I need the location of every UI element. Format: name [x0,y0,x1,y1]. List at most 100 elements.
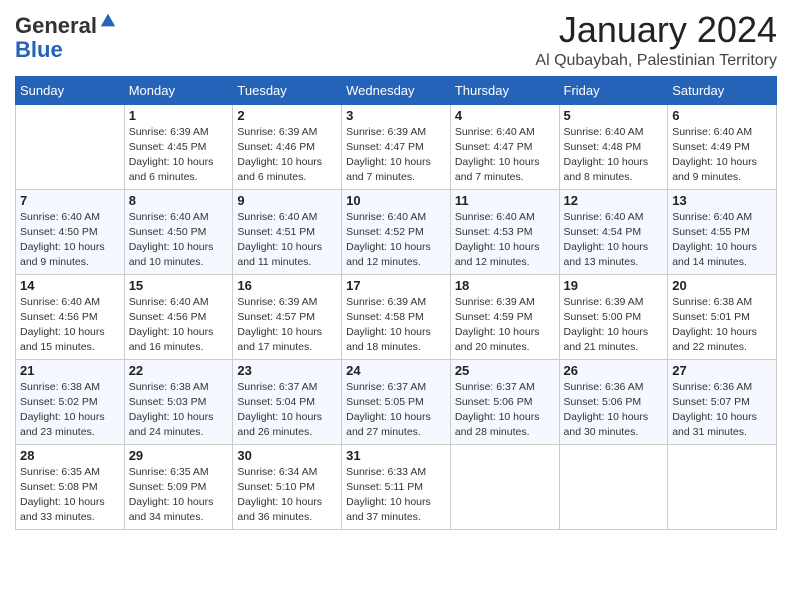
sunrise-text: Sunrise: 6:35 AM [129,465,229,480]
daylight-text: Daylight: 10 hours and 18 minutes. [346,325,446,355]
calendar-cell: 3Sunrise: 6:39 AMSunset: 4:47 PMDaylight… [342,104,451,189]
sunset-text: Sunset: 5:01 PM [672,310,772,325]
calendar-cell: 8Sunrise: 6:40 AMSunset: 4:50 PMDaylight… [124,189,233,274]
sunset-text: Sunset: 4:51 PM [237,225,337,240]
daylight-text: Daylight: 10 hours and 33 minutes. [20,495,120,525]
sunrise-text: Sunrise: 6:37 AM [455,380,555,395]
day-number: 5 [564,108,664,123]
day-info: Sunrise: 6:33 AMSunset: 5:11 PMDaylight:… [346,465,446,526]
calendar-cell: 1Sunrise: 6:39 AMSunset: 4:45 PMDaylight… [124,104,233,189]
day-number: 21 [20,363,120,378]
daylight-text: Daylight: 10 hours and 7 minutes. [455,155,555,185]
day-info: Sunrise: 6:35 AMSunset: 5:09 PMDaylight:… [129,465,229,526]
calendar-cell: 7Sunrise: 6:40 AMSunset: 4:50 PMDaylight… [16,189,125,274]
daylight-text: Daylight: 10 hours and 14 minutes. [672,240,772,270]
sunrise-text: Sunrise: 6:40 AM [129,295,229,310]
sunrise-text: Sunrise: 6:33 AM [346,465,446,480]
daylight-text: Daylight: 10 hours and 8 minutes. [564,155,664,185]
sunrise-text: Sunrise: 6:40 AM [237,210,337,225]
daylight-text: Daylight: 10 hours and 7 minutes. [346,155,446,185]
day-info: Sunrise: 6:39 AMSunset: 4:58 PMDaylight:… [346,295,446,356]
day-info: Sunrise: 6:36 AMSunset: 5:06 PMDaylight:… [564,380,664,441]
day-info: Sunrise: 6:40 AMSunset: 4:52 PMDaylight:… [346,210,446,271]
column-header-thursday: Thursday [450,76,559,104]
day-number: 16 [237,278,337,293]
column-header-sunday: Sunday [16,76,125,104]
day-info: Sunrise: 6:40 AMSunset: 4:56 PMDaylight:… [129,295,229,356]
day-number: 25 [455,363,555,378]
daylight-text: Daylight: 10 hours and 24 minutes. [129,410,229,440]
day-number: 31 [346,448,446,463]
calendar-cell: 27Sunrise: 6:36 AMSunset: 5:07 PMDayligh… [668,359,777,444]
daylight-text: Daylight: 10 hours and 9 minutes. [20,240,120,270]
day-info: Sunrise: 6:35 AMSunset: 5:08 PMDaylight:… [20,465,120,526]
calendar-cell [16,104,125,189]
column-header-friday: Friday [559,76,668,104]
calendar-cell [450,444,559,529]
sunset-text: Sunset: 4:53 PM [455,225,555,240]
day-number: 30 [237,448,337,463]
sunset-text: Sunset: 4:55 PM [672,225,772,240]
day-info: Sunrise: 6:38 AMSunset: 5:02 PMDaylight:… [20,380,120,441]
sunrise-text: Sunrise: 6:40 AM [564,210,664,225]
calendar-cell: 23Sunrise: 6:37 AMSunset: 5:04 PMDayligh… [233,359,342,444]
column-header-tuesday: Tuesday [233,76,342,104]
sunset-text: Sunset: 5:02 PM [20,395,120,410]
calendar-week-row: 28Sunrise: 6:35 AMSunset: 5:08 PMDayligh… [16,444,777,529]
day-info: Sunrise: 6:39 AMSunset: 4:47 PMDaylight:… [346,125,446,186]
sunset-text: Sunset: 4:48 PM [564,140,664,155]
daylight-text: Daylight: 10 hours and 34 minutes. [129,495,229,525]
sunset-text: Sunset: 5:08 PM [20,480,120,495]
sunset-text: Sunset: 4:47 PM [455,140,555,155]
day-number: 13 [672,193,772,208]
daylight-text: Daylight: 10 hours and 26 minutes. [237,410,337,440]
day-number: 9 [237,193,337,208]
daylight-text: Daylight: 10 hours and 12 minutes. [346,240,446,270]
sunrise-text: Sunrise: 6:39 AM [237,125,337,140]
daylight-text: Daylight: 10 hours and 21 minutes. [564,325,664,355]
calendar-cell: 31 Sunrise: 6:33 AMSunset: 5:11 PMDayligh… [342,444,451,529]
sunset-text: Sunset: 5:04 PM [237,395,337,410]
day-number: 29 [129,448,229,463]
logo-icon [99,12,117,30]
day-number: 15 [129,278,229,293]
column-header-wednesday: Wednesday [342,76,451,104]
daylight-text: Daylight: 10 hours and 13 minutes. [564,240,664,270]
calendar-table: SundayMondayTuesdayWednesdayThursdayFrid… [15,76,777,530]
sunrise-text: Sunrise: 6:39 AM [237,295,337,310]
day-info: Sunrise: 6:40 AMSunset: 4:54 PMDaylight:… [564,210,664,271]
day-number: 10 [346,193,446,208]
sunrise-text: Sunrise: 6:36 AM [672,380,772,395]
day-number: 28 [20,448,120,463]
daylight-text: Daylight: 10 hours and 10 minutes. [129,240,229,270]
sunrise-text: Sunrise: 6:40 AM [455,210,555,225]
calendar-week-row: 1Sunrise: 6:39 AMSunset: 4:45 PMDaylight… [16,104,777,189]
sunset-text: Sunset: 4:59 PM [455,310,555,325]
daylight-text: Daylight: 10 hours and 23 minutes. [20,410,120,440]
daylight-text: Daylight: 10 hours and 20 minutes. [455,325,555,355]
sunset-text: Sunset: 5:06 PM [455,395,555,410]
calendar-cell: 12Sunrise: 6:40 AMSunset: 4:54 PMDayligh… [559,189,668,274]
calendar-cell: 6Sunrise: 6:40 AMSunset: 4:49 PMDaylight… [668,104,777,189]
day-number: 4 [455,108,555,123]
calendar-week-row: 21Sunrise: 6:38 AMSunset: 5:02 PMDayligh… [16,359,777,444]
calendar-cell [559,444,668,529]
header: General Blue January 2024 Al Qubaybah, P… [15,10,777,70]
calendar-cell: 18Sunrise: 6:39 AMSunset: 4:59 PMDayligh… [450,274,559,359]
sunrise-text: Sunrise: 6:38 AM [20,380,120,395]
sunset-text: Sunset: 4:58 PM [346,310,446,325]
day-number: 23 [237,363,337,378]
sunrise-text: Sunrise: 6:40 AM [672,210,772,225]
daylight-text: Daylight: 10 hours and 31 minutes. [672,410,772,440]
calendar-cell: 11Sunrise: 6:40 AMSunset: 4:53 PMDayligh… [450,189,559,274]
calendar-cell: 2Sunrise: 6:39 AMSunset: 4:46 PMDaylight… [233,104,342,189]
sunrise-text: Sunrise: 6:34 AM [237,465,337,480]
sunrise-text: Sunrise: 6:40 AM [672,125,772,140]
day-info: Sunrise: 6:39 AMSunset: 4:59 PMDaylight:… [455,295,555,356]
day-number: 27 [672,363,772,378]
sunrise-text: Sunrise: 6:37 AM [346,380,446,395]
sunset-text: Sunset: 4:49 PM [672,140,772,155]
column-header-monday: Monday [124,76,233,104]
day-info: Sunrise: 6:40 AMSunset: 4:50 PMDaylight:… [129,210,229,271]
sunrise-text: Sunrise: 6:40 AM [455,125,555,140]
